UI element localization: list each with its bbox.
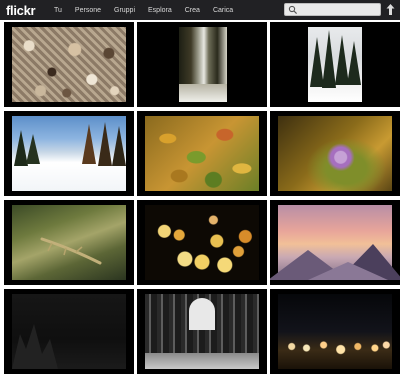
photo-winter-landscape xyxy=(12,116,126,191)
photo-misty-mountains xyxy=(270,205,400,280)
nav-persone[interactable]: Persone xyxy=(75,7,101,14)
nav-tu[interactable]: Tu xyxy=(54,7,62,14)
photo-tile[interactable] xyxy=(270,111,400,196)
upload-icon[interactable] xyxy=(386,4,395,16)
nav-crea[interactable]: Crea xyxy=(185,7,200,14)
photo-snowy-pines xyxy=(308,27,362,102)
photo-tile[interactable] xyxy=(137,111,267,196)
photo-tile[interactable] xyxy=(270,289,400,374)
search-input[interactable] xyxy=(300,4,380,15)
photo-tile[interactable] xyxy=(270,200,400,285)
photo-purple-thistle xyxy=(278,116,392,191)
photo-tile[interactable] xyxy=(4,111,134,196)
search-box[interactable] xyxy=(284,3,381,16)
nav-carica[interactable]: Carica xyxy=(213,7,233,14)
photo-lizard-in-stream xyxy=(12,205,126,280)
top-navigation-bar: flickr Tu Persone Gruppi Esplora Crea Ca… xyxy=(0,0,400,20)
main-nav: Tu Persone Gruppi Esplora Crea Carica xyxy=(52,7,246,14)
photo-tile[interactable] xyxy=(270,22,400,107)
photo-shells xyxy=(12,27,126,102)
nav-gruppi[interactable]: Gruppi xyxy=(114,7,135,14)
photo-tile[interactable] xyxy=(4,22,134,107)
photo-abbey-ruins xyxy=(145,294,259,369)
photo-grid xyxy=(4,22,400,384)
photo-autumn-leaves xyxy=(145,116,259,191)
photo-tile[interactable] xyxy=(137,22,267,107)
photo-tile[interactable] xyxy=(137,200,267,285)
photo-night-city-lights xyxy=(278,294,392,369)
photo-forest-stream xyxy=(179,27,227,102)
photo-dark-forest xyxy=(12,294,126,369)
search-icon[interactable] xyxy=(288,5,298,15)
nav-esplora[interactable]: Esplora xyxy=(148,7,172,14)
photo-tile[interactable] xyxy=(137,289,267,374)
photo-tile[interactable] xyxy=(4,289,134,374)
flickr-logo[interactable]: flickr xyxy=(6,3,52,18)
photo-tile[interactable] xyxy=(4,200,134,285)
photo-bokeh-lights xyxy=(145,205,259,280)
